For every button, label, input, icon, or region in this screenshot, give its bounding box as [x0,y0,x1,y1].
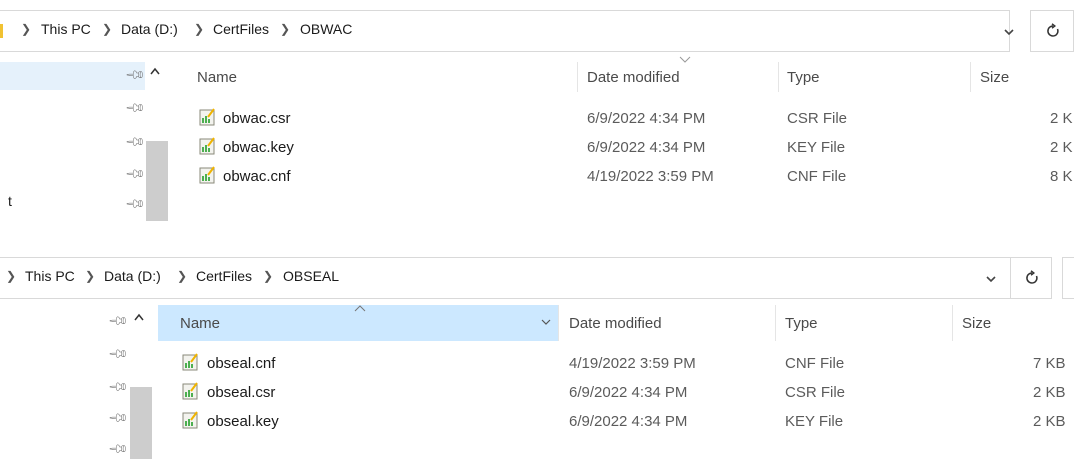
file-name[interactable]: obseal.key [207,413,279,430]
certificate-file-icon [199,108,215,126]
file-size: 2 KB [1033,384,1066,401]
file-type: CNF File [785,355,845,372]
breadcrumb-separator-icon: ❯ [21,22,32,36]
file-name[interactable]: obwac.csr [223,110,291,127]
file-type: KEY File [787,139,846,156]
certificate-file-icon [182,353,198,371]
file-name[interactable]: obseal.cnf [207,355,275,372]
certificate-file-icon [182,411,198,429]
file-type: CSR File [787,110,848,127]
breadcrumb-this-pc[interactable]: This PC [25,268,75,284]
column-header-date-modified[interactable]: Date modified [569,315,662,332]
address-bar-accent [0,24,3,38]
column-divider[interactable] [952,305,953,341]
search-box-edge[interactable] [1062,257,1074,299]
file-date: 4/19/2022 3:59 PM [569,355,696,372]
column-divider[interactable] [775,305,776,341]
file-name[interactable]: obseal.csr [207,384,275,401]
pin-icon[interactable]: 📌︎ [107,310,129,333]
column-header-date-modified[interactable]: Date modified [587,69,680,86]
file-size: 7 KB [1033,355,1066,372]
chevron-down-icon[interactable] [985,273,997,285]
breadcrumb-data-drive[interactable]: Data (D:) [104,268,161,284]
column-divider[interactable] [577,62,578,92]
sort-indicator-icon [679,56,691,63]
certificate-file-icon [199,166,215,184]
file-size: 2 KB [1033,413,1066,430]
breadcrumb-certfiles[interactable]: CertFiles [213,21,269,37]
file-date: 6/9/2022 4:34 PM [569,384,688,401]
nav-scrollbar-thumb[interactable] [146,141,168,221]
file-name[interactable]: obwac.cnf [223,168,291,185]
pin-icon[interactable]: 📌︎ [107,343,129,366]
certificate-file-icon [182,382,198,400]
scroll-up-icon[interactable] [133,312,145,322]
file-name[interactable]: obwac.key [223,139,294,156]
scroll-up-icon[interactable] [149,66,161,76]
breadcrumb-separator-icon: ❯ [102,22,113,36]
pin-icon[interactable]: 📌︎ [107,376,129,399]
refresh-button[interactable] [1010,257,1052,299]
file-date: 6/9/2022 4:34 PM [569,413,688,430]
column-divider[interactable] [558,305,559,341]
sort-ascending-icon [354,305,366,312]
column-header-size[interactable]: Size [980,69,1009,86]
file-size: 8 K [1050,168,1073,185]
file-type: KEY File [785,413,844,430]
column-header-name[interactable]: Name [180,315,220,332]
file-type: CNF File [787,168,847,185]
breadcrumb-separator-icon: ❯ [194,22,205,36]
refresh-icon [1026,270,1038,284]
column-divider[interactable] [970,62,971,92]
refresh-icon [1047,23,1059,37]
breadcrumb-separator-icon: ❯ [6,269,17,283]
column-dropdown-icon[interactable] [541,318,551,326]
breadcrumb-certfiles[interactable]: CertFiles [196,268,252,284]
pin-icon[interactable]: 📌︎ [107,438,129,461]
breadcrumb-separator-icon: ❯ [85,269,96,283]
file-type: CSR File [785,384,846,401]
pin-icon[interactable]: 📌︎ [124,193,146,216]
certificate-file-icon [199,137,215,155]
file-date: 6/9/2022 4:34 PM [587,139,706,156]
chevron-down-icon[interactable] [1003,26,1015,38]
column-header-type[interactable]: Type [785,315,818,332]
file-date: 4/19/2022 3:59 PM [587,168,714,185]
column-header-size[interactable]: Size [962,315,991,332]
file-size: 2 K [1050,139,1073,156]
breadcrumb-obseal[interactable]: OBSEAL [283,268,339,284]
breadcrumb-separator-icon: ❯ [280,22,291,36]
breadcrumb-this-pc[interactable]: This PC [41,21,91,37]
pin-icon[interactable]: 📌︎ [124,97,146,120]
file-size: 2 K [1050,110,1073,127]
column-divider[interactable] [778,62,779,92]
pin-icon[interactable]: 📌︎ [124,163,146,186]
refresh-button[interactable] [1030,10,1074,52]
nav-pane-selected-item[interactable] [0,62,145,90]
nav-item-partial-label[interactable]: t [8,193,12,209]
nav-scrollbar-thumb[interactable] [130,387,152,459]
pin-icon[interactable]: 📌︎ [124,131,146,154]
column-header-name[interactable]: Name [197,69,237,86]
file-date: 6/9/2022 4:34 PM [587,110,706,127]
breadcrumb-separator-icon: ❯ [263,269,274,283]
breadcrumb-obwac[interactable]: OBWAC [300,21,352,37]
column-header-type[interactable]: Type [787,69,820,86]
breadcrumb-data-drive[interactable]: Data (D:) [121,21,178,37]
pin-icon[interactable]: 📌︎ [107,407,129,430]
breadcrumb-separator-icon: ❯ [177,269,188,283]
